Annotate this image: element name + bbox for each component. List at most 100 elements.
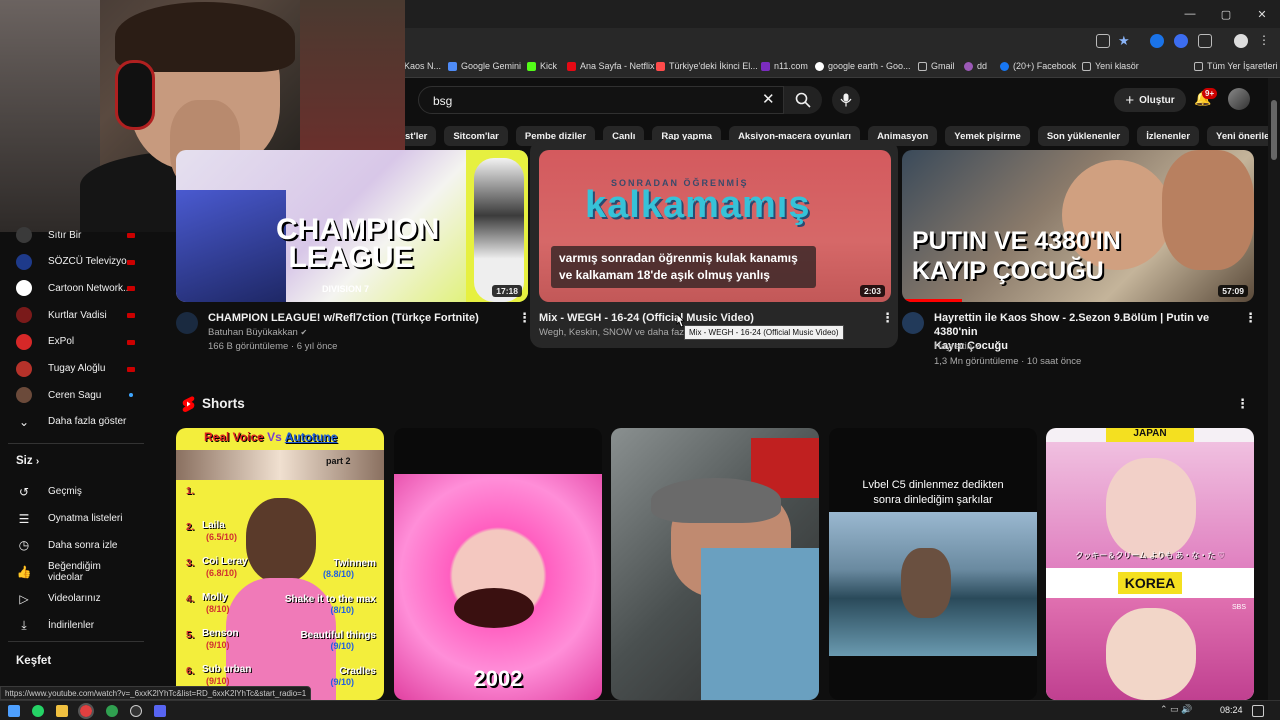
live-icon (127, 233, 135, 238)
clock: 08:24 (1220, 705, 1243, 715)
channel-avatar (16, 333, 32, 350)
watch-progress-bar (902, 299, 962, 302)
file-explorer-icon[interactable] (56, 705, 68, 717)
rank-score: (8/10) (330, 605, 354, 615)
sidebar-item[interactable]: ▷ Videolarınız (16, 586, 136, 612)
sidebar-subscription[interactable]: Ceren Sagu (16, 382, 136, 408)
browser-menu-icon[interactable]: ⋮ (1258, 33, 1270, 47)
channel-avatar[interactable] (902, 312, 924, 334)
extension-icon[interactable] (1174, 34, 1188, 48)
obs-icon[interactable] (130, 705, 142, 717)
scrollbar-thumb[interactable] (1271, 100, 1277, 160)
more-options-icon[interactable]: ⋮ (881, 310, 894, 326)
cursor-icon (676, 313, 685, 328)
sidebar-subscription[interactable]: ExPol (16, 329, 136, 355)
chevron-right-icon: › (35, 455, 40, 467)
thumbnail-text: PUTIN VE 4380'IN KAYIP ÇOCUĞU (912, 227, 1121, 285)
chrome-icon[interactable] (78, 703, 94, 719)
sidebar-subscription[interactable]: Kurtlar Vadisi (16, 302, 136, 328)
bookmark[interactable]: Google Gemini (448, 61, 521, 71)
voice-search-button[interactable] (832, 86, 860, 114)
show-more-button[interactable]: ⌄ Daha fazla göster (16, 409, 136, 435)
tooltip: Mix - WEGH - 16-24 (Official Music Video… (684, 325, 844, 340)
discord-icon[interactable] (154, 705, 166, 717)
bookmark[interactable]: Türkiye'deki İkinci El... (656, 61, 758, 71)
sidebar-subscription[interactable]: SÖZCÜ Televizyo... (16, 249, 136, 275)
extensions-puzzle-icon[interactable] (1198, 34, 1212, 48)
rank-number: 2. (186, 522, 195, 533)
bookmark[interactable]: Yeni klasör (1082, 61, 1139, 71)
minimize-button[interactable]: — (1172, 0, 1208, 28)
divider (8, 442, 144, 444)
kick-icon (527, 61, 536, 71)
channel-name[interactable]: Hayrettin ✔ (934, 340, 981, 354)
filter-chip[interactable]: Yemek pişirme (945, 126, 1030, 146)
close-window-button[interactable]: ✕ (1244, 0, 1280, 28)
video-thumbnail[interactable]: SONRADAN ÖĞRENMİŞ kalkamamış varmış sonr… (539, 150, 891, 302)
duration-badge: 2:03 (859, 285, 885, 297)
scrollbar[interactable] (1268, 78, 1280, 700)
sidebar-item[interactable]: ◷ Daha sonra izle (16, 532, 136, 558)
you-section-heading[interactable]: Siz › (16, 455, 39, 467)
bookmark[interactable]: Kaos N... (404, 61, 441, 71)
sidebar-item[interactable]: ↺ Geçmiş (16, 479, 136, 505)
search-input[interactable]: bsg (418, 86, 784, 114)
sidebar-subscription[interactable]: Sıtır Bir (16, 222, 136, 248)
whatsapp-icon[interactable] (32, 705, 44, 717)
notification-center-icon[interactable] (1252, 705, 1264, 717)
sidebar-item[interactable]: ⤓ İndirilenler (16, 612, 136, 638)
video-title[interactable]: CHAMPION LEAGUE! w/Refl7ction (Türkçe Fo… (208, 311, 508, 325)
maximize-button[interactable]: ▢ (1208, 0, 1244, 28)
video-thumbnail[interactable]: PUTIN VE 4380'IN KAYIP ÇOCUĞU 57:09 (902, 150, 1254, 302)
bookmark[interactable]: n11.com (761, 61, 808, 71)
short-card[interactable]: Real Voice Vs Autotune part 2 1. 2. Laila(… (176, 428, 384, 700)
bookmark[interactable]: dd (964, 61, 987, 71)
video-thumbnail[interactable]: CHAMPION LEAGUE DIVISION 7 17:18 (176, 150, 528, 302)
start-icon[interactable] (8, 705, 20, 717)
channel-name[interactable]: Batuhan Büyükakkan ✔ (208, 326, 307, 340)
filter-chip[interactable]: İzlenenler (1137, 126, 1200, 146)
more-options-icon[interactable]: ⋮ (1244, 310, 1257, 326)
bookmark-star-icon[interactable]: ★ (1118, 33, 1130, 49)
extension-icon[interactable] (1150, 34, 1164, 48)
sidebar-item[interactable]: ☰ Oynatma listeleri (16, 506, 136, 532)
live-icon (127, 366, 135, 372)
sidebar-subscription[interactable]: Tugay Aloğlu (16, 356, 136, 382)
chrome-icon[interactable] (106, 705, 118, 717)
bookmark[interactable]: (20+) Facebook (1000, 61, 1076, 71)
more-options-icon[interactable]: ⋮ (1236, 396, 1249, 412)
microphone-icon (840, 93, 852, 107)
sidebar-subscription[interactable]: Cartoon Network... (16, 275, 136, 301)
short-card[interactable]: 2002 (394, 428, 602, 700)
install-icon[interactable] (1096, 34, 1110, 48)
channel-avatar (16, 360, 32, 377)
facebook-icon (1000, 61, 1009, 71)
rank-name: Laila (202, 520, 225, 531)
bookmark[interactable]: Gmail (918, 61, 955, 71)
short-card[interactable]: JAPAN クッキー＆クリーム よりも あ・な・た ♡ KOREA SBS (1046, 428, 1254, 700)
folder-icon (1082, 61, 1091, 71)
channel-avatar (16, 387, 32, 404)
video-title[interactable]: Mix - WEGH - 16-24 (Official Music Video… (539, 311, 859, 325)
create-button[interactable]: + Oluştur (1114, 88, 1186, 112)
filter-chip[interactable]: Son yüklenenler (1037, 126, 1130, 146)
filter-chip[interactable]: Sitcom'lar (444, 126, 508, 146)
rank-score: (8.8/10) (322, 569, 354, 579)
profile-icon[interactable] (1234, 34, 1248, 48)
bookmark[interactable]: Ana Sayfa - Netflix (567, 61, 655, 71)
clear-search-icon[interactable]: ✕ (762, 90, 775, 108)
letgo-icon (656, 61, 665, 71)
folder-icon (1194, 61, 1203, 71)
n11-icon (761, 61, 770, 71)
avatar[interactable] (1228, 88, 1250, 110)
sidebar-item[interactable]: 👍 Beğendiğim videolar (16, 559, 136, 585)
bookmark[interactable]: Kick (527, 61, 557, 71)
channel-avatar[interactable] (176, 312, 198, 334)
short-card[interactable]: Lvbel C5 dinlenmez dedikten sonra dinled… (829, 428, 1037, 700)
short-card[interactable] (611, 428, 819, 700)
dd-icon (964, 61, 973, 71)
chevron-down-icon: ⌄ (18, 414, 30, 429)
bookmark[interactable]: Tüm Yer İşaretleri (1194, 61, 1278, 71)
search-button[interactable] (784, 86, 822, 114)
bookmark[interactable]: google earth - Goo... (815, 61, 911, 71)
